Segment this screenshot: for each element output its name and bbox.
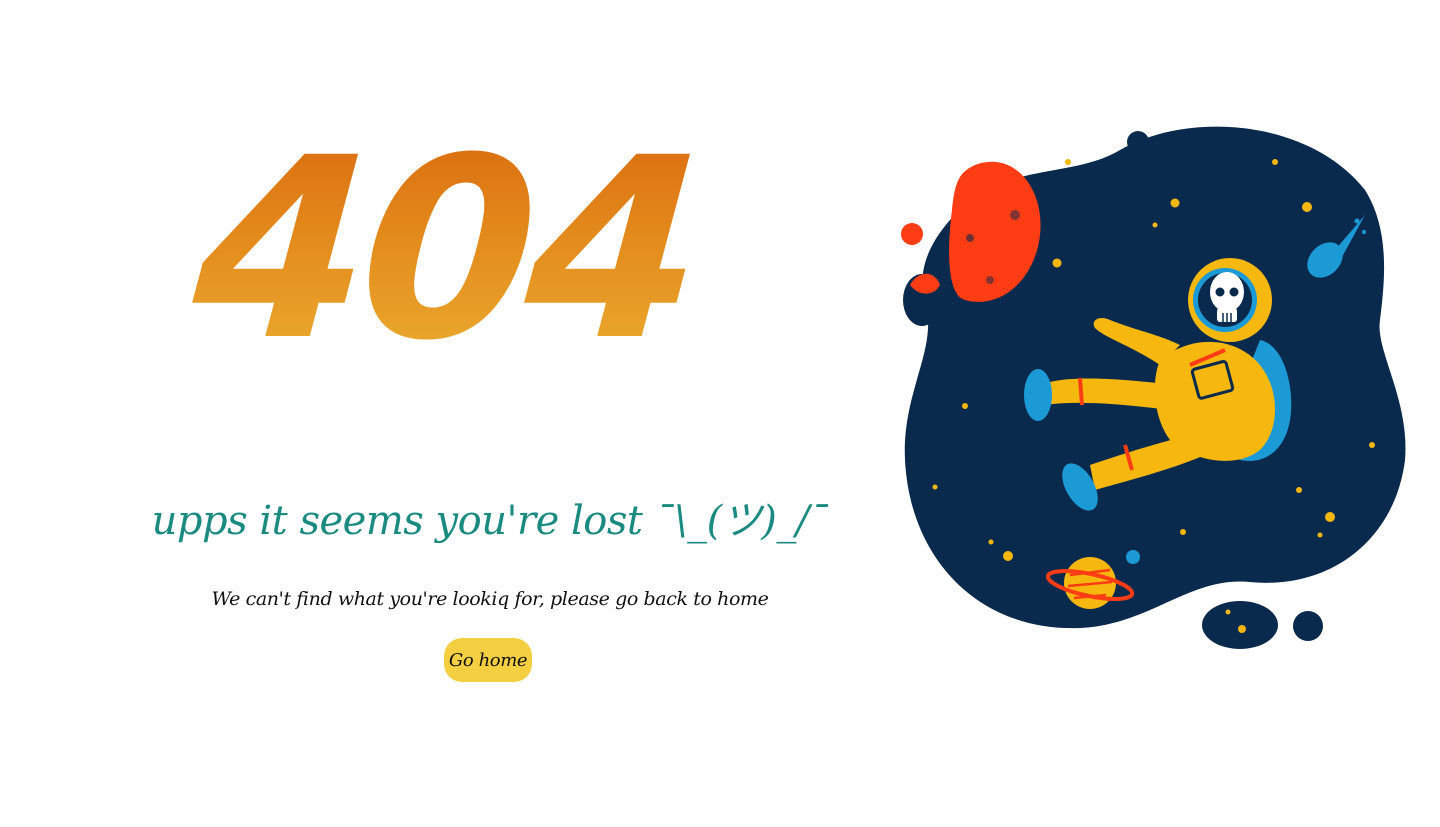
bottom-blob (1202, 601, 1278, 649)
go-home-button[interactable]: Go home (444, 638, 532, 682)
bottom-small-blob (1293, 611, 1323, 641)
error-headline: upps it seems you're lost ¯\_(ツ)_/¯ (151, 498, 829, 544)
red-moon (901, 223, 923, 245)
error-code: 404 (185, 104, 705, 395)
astronaut-in-space-illustration (901, 126, 1406, 649)
small-blob-top (1127, 131, 1149, 153)
error-message: We can't find what you're lookiq for, pl… (211, 588, 769, 610)
